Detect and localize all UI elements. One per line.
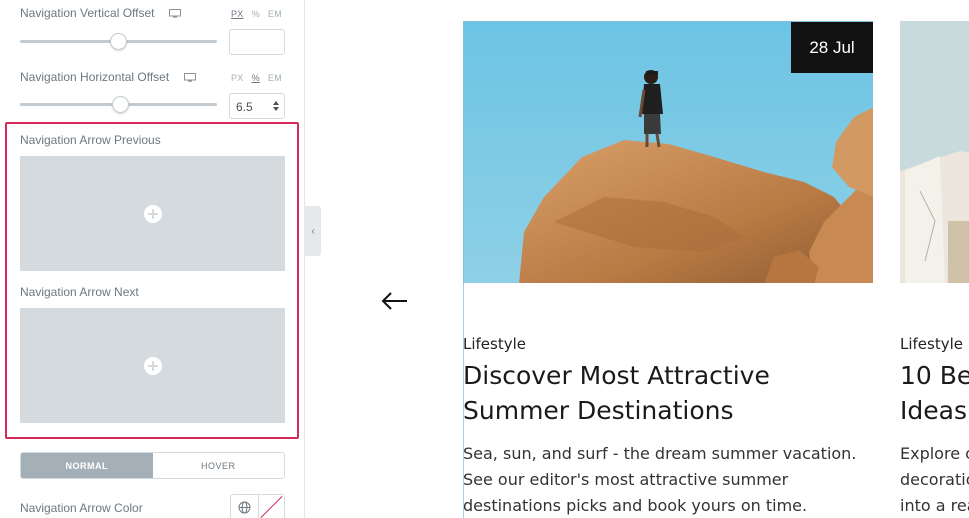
post-category[interactable]: Lifestyle [900,335,963,353]
post-excerpt-line: destinations picks and book yours on tim… [463,496,808,515]
horizontal-offset-value: 6.5 [236,100,253,114]
unit-em[interactable]: EM [268,73,282,83]
post-excerpt-line: into a rea [900,496,969,515]
unit-px[interactable]: PX [231,9,244,19]
vertical-offset-input[interactable] [229,29,285,55]
post-title[interactable]: 10 Bes Ideas [900,358,969,428]
unit-percent[interactable]: % [252,73,260,83]
arrow-color-control [230,494,285,518]
unit-em[interactable]: EM [268,9,282,19]
post-title-line: Ideas [900,396,967,425]
vertical-offset-units: PX % EM [231,9,282,19]
arrow-next-media-picker[interactable] [20,308,285,423]
post-image[interactable] [900,21,969,283]
vertical-offset-slider-thumb[interactable] [110,33,127,50]
post-excerpt-line: Explore c [900,444,969,463]
plus-icon[interactable] [143,356,162,375]
desktop-icon[interactable] [169,9,181,18]
globe-icon[interactable] [231,495,259,518]
state-tabs: NORMAL HOVER [20,452,285,479]
tab-normal[interactable]: NORMAL [21,453,153,478]
post-title-line: 10 Bes [900,361,969,390]
color-swatch-empty[interactable] [259,495,284,518]
post-excerpt: Sea, sun, and surf - the dream summer va… [463,441,856,518]
horizontal-offset-slider-thumb[interactable] [112,96,129,113]
arrow-color-label: Navigation Arrow Color [20,501,143,515]
preview-canvas: 28 Jul Lifestyle Discover Most Attractiv… [321,0,969,518]
spinner-icon[interactable] [272,100,280,112]
post-excerpt-line: See our editor's most attractive summer [463,470,789,489]
arrow-left-icon[interactable] [380,290,410,312]
horizontal-offset-input[interactable]: 6.5 [229,93,285,119]
plus-icon[interactable] [143,204,162,223]
unit-percent[interactable]: % [252,9,260,19]
chevron-left-icon: ‹ [311,225,315,237]
vertical-offset-slider[interactable] [20,33,217,50]
vertical-offset-label: Navigation Vertical Offset [20,6,155,20]
arrow-next-label: Navigation Arrow Next [20,285,139,299]
desktop-icon[interactable] [184,73,196,82]
post-card[interactable]: Lifestyle 10 Bes Ideas Explore c decorat… [900,21,969,515]
post-title[interactable]: Discover Most Attractive Summer Destinat… [463,358,770,428]
horizontal-offset-units: PX % EM [231,73,282,83]
card-edge-line [463,283,464,518]
settings-panel: Navigation Vertical Offset PX % EM Navig… [0,0,305,518]
unit-px[interactable]: PX [231,73,244,83]
post-card[interactable]: 28 Jul Lifestyle Discover Most Attractiv… [463,21,873,515]
arrow-previous-label: Navigation Arrow Previous [20,133,161,147]
post-category[interactable]: Lifestyle [463,335,526,353]
collapse-panel-handle[interactable]: ‹ [305,206,321,256]
post-image[interactable]: 28 Jul [463,21,873,283]
arrow-previous-media-picker[interactable] [20,156,285,271]
date-badge: 28 Jul [791,22,873,73]
post-excerpt: Explore c decoratio into a rea [900,441,969,518]
horizontal-offset-label: Navigation Horizontal Offset [20,70,170,84]
post-title-line: Discover Most Attractive [463,361,770,390]
post-excerpt-line: Sea, sun, and surf - the dream summer va… [463,444,857,463]
tab-hover[interactable]: HOVER [152,453,284,478]
post-excerpt-line: decoratio [900,470,969,489]
post-title-line: Summer Destinations [463,396,734,425]
horizontal-offset-slider[interactable] [20,96,217,113]
